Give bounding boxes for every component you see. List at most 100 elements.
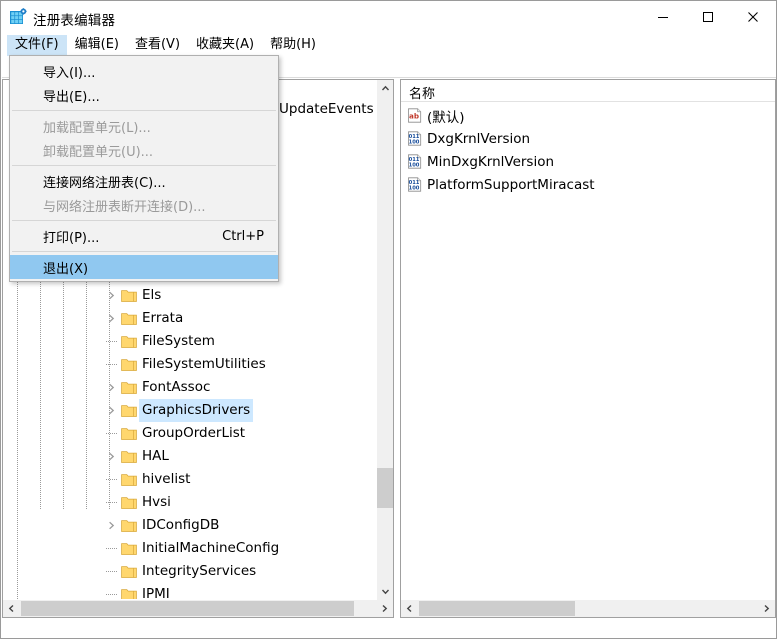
tree-item-filesystem[interactable]: FileSystem [3, 330, 377, 353]
tree-scrollbar-thumb[interactable] [377, 468, 393, 508]
tree-horizontal-scrollbar[interactable] [3, 600, 393, 617]
svg-text:ab: ab [409, 112, 419, 121]
values-list: ab (默认) 011 100 DxgKrnlVersion 011 100 MinDxgKr… [401, 104, 775, 196]
tree-vertical-scrollbar[interactable] [376, 80, 393, 600]
tree-item-hvsi[interactable]: Hvsi [3, 491, 377, 514]
value-row[interactable]: 011 100 MinDxgKrnlVersion [401, 150, 775, 173]
menu-file[interactable]: 文件(F) [7, 34, 67, 56]
tree-item-idconfigdb[interactable]: IDConfigDB [3, 514, 377, 537]
values-horizontal-scrollbar[interactable] [401, 600, 775, 617]
value-row[interactable]: 011 100 PlatformSupportMiracast [401, 173, 775, 196]
folder-icon [121, 587, 137, 599]
menu-item-connect-network-registry[interactable]: 连接网络注册表(C)... [10, 169, 278, 193]
tree-branch-connector [106, 502, 117, 503]
menu-item-load-hive: 加载配置单元(L)... [10, 114, 278, 138]
close-icon [747, 11, 758, 22]
tree-item-graphicsdrivers[interactable]: GraphicsDrivers [3, 399, 377, 422]
value-name-label: (默认) [427, 109, 465, 126]
tree-scroll-down-button[interactable] [377, 583, 393, 600]
tree-scroll-left-button[interactable] [3, 600, 20, 617]
tree-item-grouporderlist[interactable]: GroupOrderList [3, 422, 377, 445]
tree-expand-toggle[interactable] [103, 376, 119, 399]
value-name-label: MinDxgKrnlVersion [427, 153, 555, 170]
tree-item-label: IPMI [142, 586, 170, 599]
menu-item-import[interactable]: 导入(I)... [10, 59, 278, 83]
tree-expand-toggle[interactable] [103, 307, 119, 330]
tree-item-label: Els [142, 287, 162, 303]
close-button[interactable] [730, 1, 775, 32]
folder-icon [121, 405, 137, 417]
menu-help[interactable]: 帮助(H) [262, 35, 324, 56]
tree-branch-connector [106, 341, 117, 342]
svg-text:100: 100 [409, 185, 420, 191]
maximize-button[interactable] [685, 1, 730, 32]
minimize-button[interactable] [640, 1, 685, 32]
folder-icon [121, 336, 137, 348]
values-hscrollbar-thumb[interactable] [419, 601, 575, 616]
tree-expand-toggle[interactable] [103, 445, 119, 468]
tree-hscrollbar-thumb[interactable] [21, 601, 354, 616]
menu-item-label: 打印(P)... [43, 230, 100, 246]
folder-icon [121, 543, 137, 555]
menu-item-label: 加载配置单元(L)... [43, 120, 151, 136]
tree-expand-toggle[interactable] [103, 399, 119, 422]
menu-item-export[interactable]: 导出(E)... [10, 83, 278, 107]
dword-value-icon: 011100 [407, 177, 422, 192]
menu-favorites[interactable]: 收藏夹(A) [188, 35, 262, 56]
folder-icon [121, 311, 137, 325]
tree-item-label: FontAssoc [142, 379, 211, 395]
folder-icon [121, 359, 137, 371]
tree-branch-connector [106, 479, 117, 480]
menu-item-print[interactable]: 打印(P)... Ctrl+P [10, 224, 278, 248]
chevron-right-icon [108, 452, 114, 461]
folder-icon [121, 380, 137, 394]
file-dropdown-menu[interactable]: 导入(I)... 导出(E)... 加载配置单元(L)... 卸载配置单元(U)...… [9, 55, 279, 282]
tree-scroll-up-button[interactable] [377, 80, 393, 97]
string-value-icon: ab [408, 108, 422, 123]
value-row[interactable]: 011 100 DxgKrnlVersion [401, 127, 775, 150]
chevron-left-icon [8, 604, 14, 613]
folder-icon [121, 290, 137, 302]
menu-item-label: 退出(X) [43, 261, 89, 277]
dword-value-icon: 011100 [407, 154, 422, 169]
tree-item-label: IDConfigDB [142, 517, 220, 533]
menu-item-unload-hive: 卸载配置单元(U)... [10, 138, 278, 162]
registry-editor-window: 注册表编辑器 文件(F) 编辑(E) 查看(V) 收藏夹(A) 帮助(H) nt… [0, 0, 777, 639]
tree-item-label: hivelist [142, 471, 191, 487]
folder-icon [121, 541, 137, 555]
chevron-right-icon [108, 521, 114, 530]
menu-item-exit[interactable]: 退出(X) [10, 255, 278, 279]
svg-text:100: 100 [409, 162, 420, 168]
tree-scroll-right-button[interactable] [376, 600, 393, 617]
folder-icon [121, 566, 137, 578]
menu-separator [12, 110, 276, 111]
value-row[interactable]: ab (默认) [401, 104, 775, 127]
tree-item-els[interactable]: Els [3, 284, 377, 307]
tree-branch-connector [106, 364, 117, 365]
menu-edit[interactable]: 编辑(E) [67, 35, 127, 56]
title-bar[interactable]: 注册表编辑器 [1, 1, 776, 34]
values-column-header[interactable]: 名称 [401, 80, 775, 102]
tree-expand-toggle[interactable] [103, 514, 119, 537]
menu-item-label: 导入(I)... [43, 65, 96, 81]
dword-value-icon: 011100 [408, 154, 422, 169]
tree-item-filesystemutilities[interactable]: FileSystemUtilities [3, 353, 377, 376]
registry-values-pane[interactable]: 名称 ab (默认) 011 100 DxgKrnlVersion 011 100 MinDx… [400, 79, 776, 618]
folder-icon [121, 564, 137, 578]
tree-expand-toggle[interactable] [103, 284, 119, 307]
tree-item-hal[interactable]: HAL [3, 445, 377, 468]
chevron-down-icon [381, 589, 390, 595]
menu-separator [12, 165, 276, 166]
svg-text:100: 100 [409, 139, 420, 145]
tree-item-integrityservices[interactable]: IntegrityServices [3, 560, 377, 583]
tree-item-hivelist[interactable]: hivelist [3, 468, 377, 491]
menu-view[interactable]: 查看(V) [127, 35, 188, 56]
chevron-right-icon [108, 406, 114, 415]
folder-icon [121, 472, 137, 486]
tree-item-fontassoc[interactable]: FontAssoc [3, 376, 377, 399]
values-scroll-left-button[interactable] [401, 600, 418, 617]
tree-item-ipmi[interactable]: IPMI [3, 583, 377, 599]
tree-item-initialmachineconfig[interactable]: InitialMachineConfig [3, 537, 377, 560]
values-scroll-right-button[interactable] [758, 600, 775, 617]
tree-item-errata[interactable]: Errata [3, 307, 377, 330]
